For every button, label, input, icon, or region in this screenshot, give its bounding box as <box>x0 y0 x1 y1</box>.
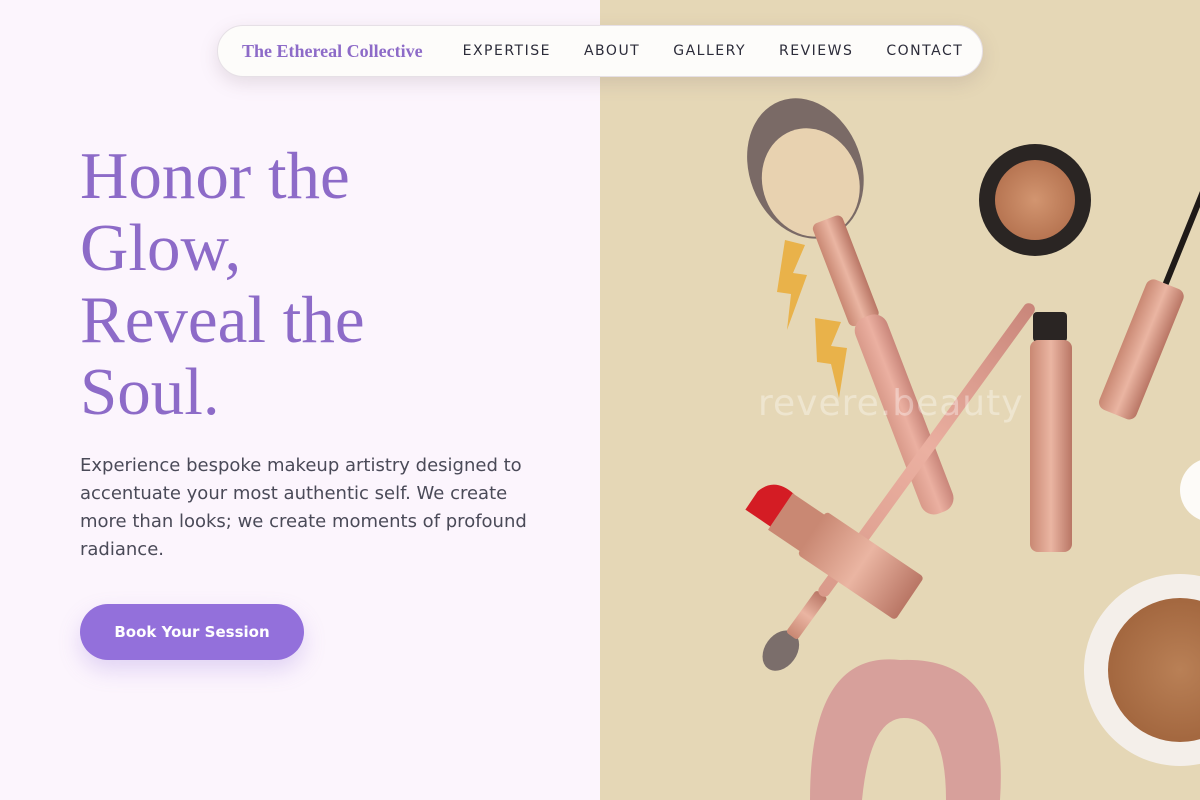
hero-title-line: Soul. <box>80 355 220 429</box>
nav-links: EXPERTISE ABOUT GALLERY REVIEWS CONTACT <box>463 43 964 59</box>
brand-logo[interactable]: The Ethereal Collective <box>242 41 423 62</box>
hero-image <box>600 0 1200 800</box>
nav-link-gallery[interactable]: GALLERY <box>673 43 746 59</box>
hero-description: Experience bespoke makeup artistry desig… <box>80 455 527 560</box>
mascara-tube <box>1030 312 1072 552</box>
hero-title: Honor the Glow, Reveal the Soul. <box>80 140 520 428</box>
makeup-flatlay-illustration <box>745 98 1200 800</box>
nav-link-contact[interactable]: CONTACT <box>886 43 963 59</box>
compact-powder <box>1084 460 1200 766</box>
nav-link-about[interactable]: ABOUT <box>584 43 640 59</box>
book-session-button[interactable]: Book Your Session <box>80 604 304 660</box>
nav-link-reviews[interactable]: REVIEWS <box>779 43 853 59</box>
scrunchie <box>810 659 1001 800</box>
hero-title-line: Glow, <box>80 211 242 285</box>
mascara-wand <box>1099 176 1200 420</box>
powder-brush <box>747 98 954 515</box>
nav-link-expertise[interactable]: EXPERTISE <box>463 43 551 59</box>
concealer-pot <box>979 144 1091 256</box>
hero-title-line: Reveal the <box>80 283 365 357</box>
hero-title-line: Honor the <box>80 139 350 213</box>
blending-brush <box>762 303 1035 671</box>
top-navigation: The Ethereal Collective EXPERTISE ABOUT … <box>217 25 983 77</box>
